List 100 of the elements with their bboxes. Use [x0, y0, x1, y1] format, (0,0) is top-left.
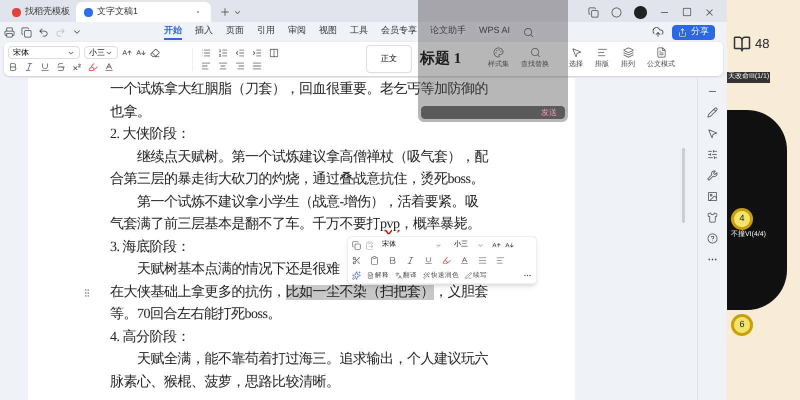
share-button[interactable]: 分享	[672, 24, 715, 40]
italic-icon[interactable]	[406, 256, 415, 266]
strikethrough-icon[interactable]	[56, 62, 66, 72]
menu-tab[interactable]: 视图	[319, 24, 337, 40]
menu-tab[interactable]: 插入	[195, 24, 213, 40]
menu-tab[interactable]: 引用	[257, 24, 275, 40]
copy-icon[interactable]	[352, 240, 361, 250]
align-left-icon[interactable]	[201, 60, 211, 70]
cursor-icon[interactable]	[570, 47, 582, 58]
document-line: 天赋全满，能不靠苟着打过海三。追求输出，个人建议玩六	[136, 350, 488, 369]
share-icon[interactable]	[678, 28, 687, 36]
document-line: 脉素心、猴棍、菠萝，思路比较清晰。	[110, 373, 340, 392]
bold-icon[interactable]	[8, 62, 18, 72]
window-icon[interactable]	[588, 6, 599, 18]
align-center-icon[interactable]	[218, 60, 228, 70]
document-line: 天赋树基本点满的情况下还是很难	[136, 260, 340, 279]
sliders-icon[interactable]	[707, 149, 718, 160]
document-tab[interactable]: 找稻壳模板	[4, 2, 72, 22]
menu-tab[interactable]: 会员专享	[381, 24, 417, 40]
drag-handle-icon[interactable]	[82, 288, 92, 298]
menu-tab[interactable]: 论文助手	[430, 24, 466, 40]
superscript-icon[interactable]	[72, 62, 82, 72]
indent-icon[interactable]	[252, 48, 262, 58]
font-color-icon[interactable]	[460, 256, 469, 266]
font-field[interactable]: 宋体	[8, 46, 80, 59]
document-line: 一个试炼拿大红胭脂（刀套），回血很重要。老乞丐等加防御的	[110, 80, 488, 99]
chevron-down-icon[interactable]	[477, 242, 484, 249]
level-node[interactable]: 6	[731, 314, 753, 336]
document-line: 继续点天赋树。第一个试炼建议拿高僧禅杖（吸气套），配	[136, 148, 488, 166]
book-icon	[733, 34, 751, 53]
outdent-icon[interactable]	[235, 48, 245, 58]
image-icon[interactable]	[707, 191, 718, 202]
style-preset[interactable]: 标题 1	[416, 45, 480, 73]
bold-icon[interactable]	[388, 256, 397, 266]
clipboard-icon[interactable]	[370, 256, 379, 266]
document-line: 合第三层的暴走街大砍刀的灼烧，通过叠战意抗住，烫死boss。	[110, 170, 484, 189]
tools-icon[interactable]	[707, 170, 718, 181]
align-right-icon[interactable]	[235, 60, 245, 70]
text-lines-icon[interactable]	[596, 47, 608, 58]
underline-icon[interactable]	[424, 256, 433, 266]
document-tab[interactable]: 文字文稿1	[76, 2, 211, 22]
menu-tab[interactable]: WPS AI	[479, 24, 510, 40]
count-text: 48	[755, 35, 770, 53]
highlighter-icon[interactable]	[442, 256, 451, 266]
columns-icon[interactable]	[269, 48, 279, 58]
shrink-font-icon[interactable]	[505, 240, 514, 250]
layers-icon[interactable]	[622, 47, 634, 58]
document-line: 气套满了前三层基本是翻不了车。千万不要打pvp，概率暴毙。	[110, 215, 480, 234]
document-line: 3. 海底阶段：	[110, 238, 190, 256]
eraser-icon[interactable]	[150, 48, 160, 58]
palette-icon[interactable]	[493, 47, 504, 58]
underline-icon[interactable]	[40, 62, 50, 72]
search-icon[interactable]	[523, 26, 534, 38]
pen-icon[interactable]	[707, 107, 718, 118]
wand-icon[interactable]	[423, 272, 430, 279]
document-line: 在大侠基础上拿更多的抗伤，比如一尘不染（扫把套），义胆套	[110, 283, 488, 302]
avatar-icon[interactable]	[634, 6, 647, 18]
align-icon[interactable]	[496, 256, 505, 266]
close-icon[interactable]	[704, 6, 715, 18]
italic-icon[interactable]	[24, 62, 34, 72]
document-line: 4. 高分阶段：	[110, 328, 190, 346]
search-icon[interactable]	[530, 47, 540, 58]
help-icon[interactable]	[707, 233, 718, 244]
line-spacing-icon[interactable]	[478, 256, 487, 266]
justify-icon[interactable]	[252, 60, 262, 70]
menu-tab[interactable]: 工具	[350, 24, 368, 40]
document-icon[interactable]	[656, 47, 666, 58]
undo-icon[interactable]	[38, 26, 49, 38]
menu-tab[interactable]: 开始	[164, 24, 182, 40]
numbered-list-icon[interactable]	[218, 48, 228, 58]
size-field[interactable]: 小三	[84, 46, 118, 59]
font-color-icon[interactable]	[104, 62, 114, 72]
scrollbar[interactable]	[682, 148, 685, 223]
app-logo-icon	[12, 8, 21, 16]
document-logo-icon	[84, 8, 93, 16]
shirt-icon[interactable]	[707, 212, 718, 223]
cloud-upload-icon[interactable]	[652, 26, 664, 38]
bullet-list-icon[interactable]	[201, 48, 211, 58]
translate-icon[interactable]	[395, 272, 402, 279]
highlighter-icon[interactable]	[88, 62, 98, 72]
menu-tab[interactable]: 审阅	[288, 24, 306, 40]
cursor-icon[interactable]	[707, 128, 718, 139]
pen-icon[interactable]	[465, 272, 472, 279]
add-tab-icon[interactable]	[219, 6, 231, 18]
grow-font-icon[interactable]	[122, 48, 132, 58]
document-icon[interactable]	[367, 272, 374, 279]
document-line: 2. 大侠阶段：	[110, 126, 190, 144]
shrink-font-icon[interactable]	[136, 48, 146, 58]
copy-icon[interactable]	[21, 26, 32, 38]
sparkle-icon[interactable]	[352, 270, 361, 280]
chevron-down-icon[interactable]	[435, 242, 442, 249]
menu-tab[interactable]: 页面	[226, 24, 244, 40]
maximize-icon[interactable]	[682, 7, 692, 17]
print-icon[interactable]	[4, 26, 15, 38]
document-line: 也拿。	[110, 104, 150, 122]
cut-icon[interactable]	[352, 256, 361, 266]
document-line: 等。70回合左右能打死boss。	[110, 306, 281, 324]
document-line: 第一个试炼不建议拿小学生（战意-增伤），活着要紧。吸	[136, 193, 479, 212]
grow-font-icon[interactable]	[492, 240, 501, 250]
style-preset[interactable]: 正文	[366, 45, 412, 73]
